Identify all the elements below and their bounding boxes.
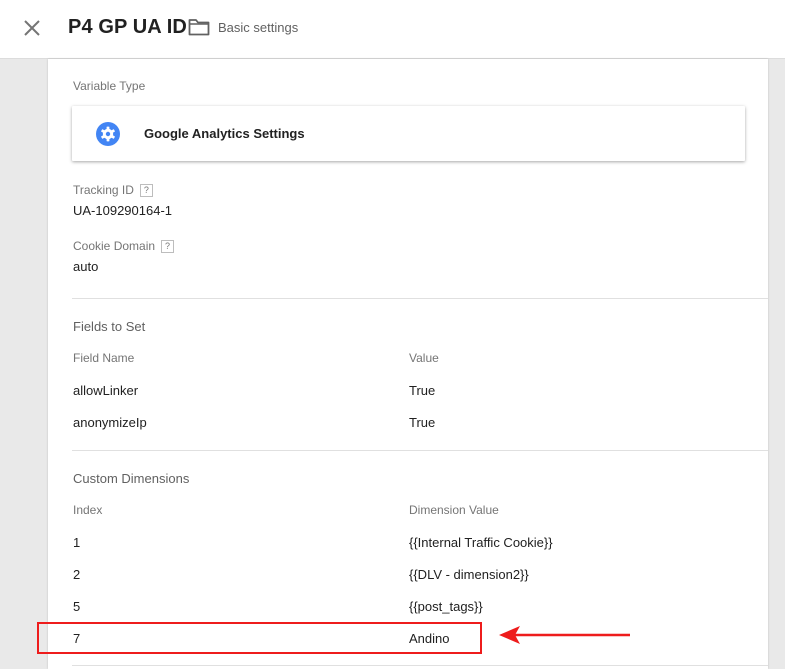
variable-type-label: Variable Type	[73, 79, 146, 93]
field-value-cell: True	[409, 415, 436, 430]
gear-icon	[96, 122, 120, 146]
field-value-header: Value	[409, 351, 439, 365]
variable-type-selector[interactable]: Google Analytics Settings	[72, 106, 745, 161]
dimension-value-cell: {{post_tags}}	[409, 599, 483, 614]
cookie-domain-label-text: Cookie Domain	[73, 239, 156, 253]
tracking-id-label-text: Tracking ID	[73, 183, 134, 197]
close-icon[interactable]	[20, 16, 44, 40]
section-divider	[72, 665, 768, 666]
help-icon[interactable]: ?	[161, 240, 175, 253]
page-title: P4 GP UA ID	[68, 16, 187, 38]
variable-config-card: Variable Type Google Analytics Settings …	[48, 59, 768, 669]
dimension-value-cell: {{Internal Traffic Cookie}}	[409, 535, 553, 550]
field-name-header: Field Name	[73, 351, 135, 365]
field-value-cell: True	[409, 383, 436, 398]
tracking-id-value: UA-109290164-1	[73, 203, 173, 218]
dimension-index-cell: 5	[73, 599, 81, 614]
folder-name[interactable]: Basic settings	[218, 20, 298, 35]
annotation-arrow-icon	[499, 626, 630, 644]
section-divider	[72, 298, 768, 299]
dimension-value-header: Dimension Value	[409, 503, 499, 517]
dimension-value-cell: {{DLV - dimension2}}	[409, 567, 529, 582]
dimension-index-cell: 2	[73, 567, 81, 582]
cookie-domain-value: auto	[73, 259, 99, 274]
folder-icon[interactable]	[188, 17, 210, 37]
variable-type-name: Google Analytics Settings	[144, 126, 305, 141]
dimension-index-cell: 1	[73, 535, 81, 550]
field-name-cell: allowLinker	[73, 383, 139, 398]
header-bar: P4 GP UA ID Basic settings	[0, 0, 785, 59]
annotation-highlight-box	[37, 622, 482, 654]
help-icon[interactable]: ?	[139, 184, 153, 197]
index-header: Index	[73, 503, 103, 517]
cookie-domain-label: Cookie Domain?	[73, 239, 175, 253]
field-name-cell: anonymizeIp	[73, 415, 147, 430]
fields-to-set-title: Fields to Set	[73, 319, 146, 334]
tracking-id-label: Tracking ID?	[73, 183, 153, 197]
section-divider	[72, 450, 768, 451]
custom-dimensions-title: Custom Dimensions	[73, 471, 190, 486]
